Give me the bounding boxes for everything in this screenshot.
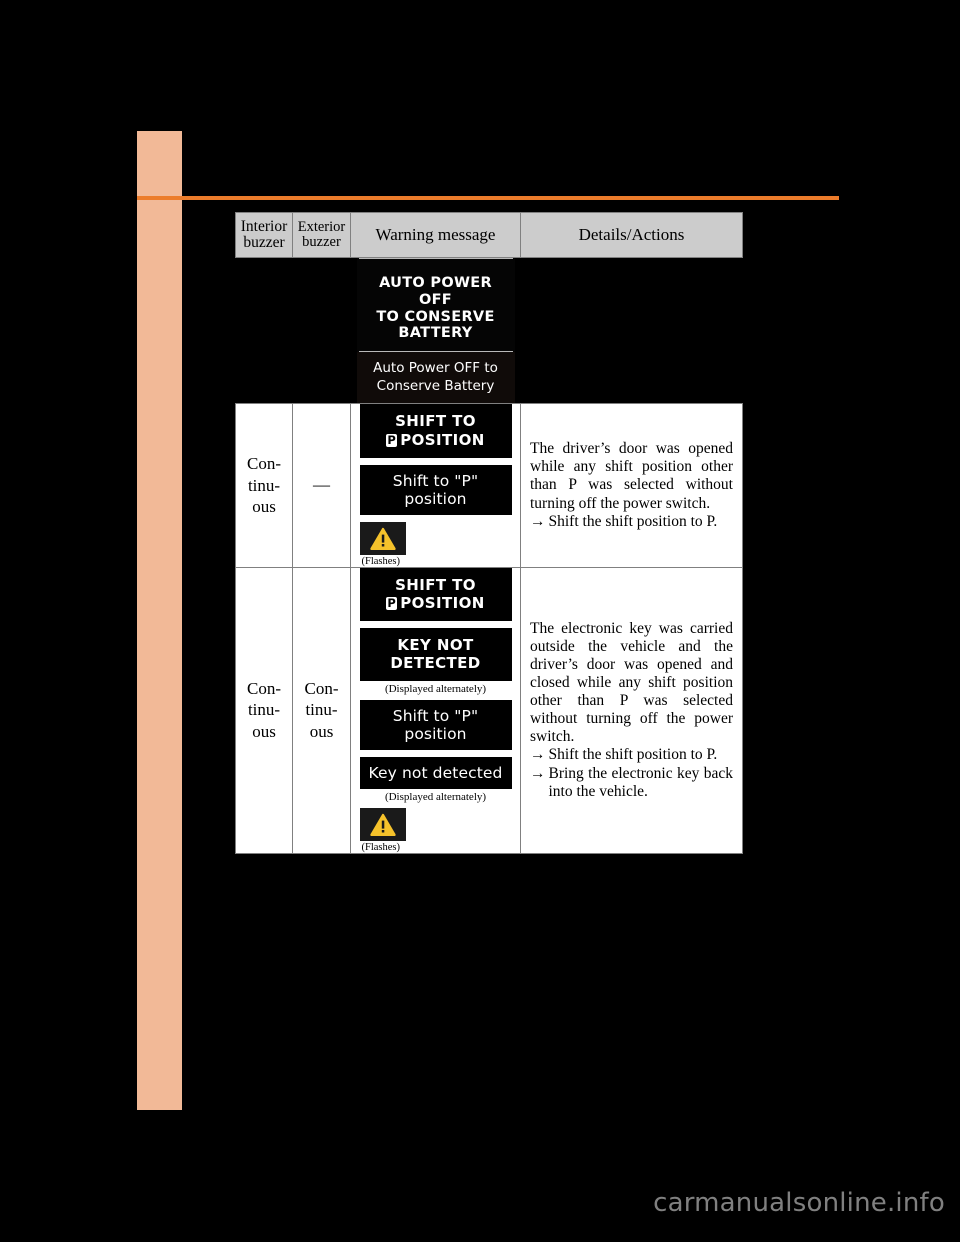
display-key-not-detected: KEY NOT DETECTED [359,627,512,681]
cell-exterior-buzzer: Con- tinu- ous [292,566,351,854]
display-line-1: AUTO POWER OFF [379,275,492,308]
warning-icon-group: (Flashes) [359,807,512,853]
master-warning-icon [359,807,406,841]
display-line-3: BATTERY [398,325,473,342]
buzzer-line-1: Con- [304,678,339,698]
header-line-2: buzzer [302,234,341,250]
table-header: Interior buzzer Exterior buzzer Warning … [235,212,743,258]
cell-details-actions: The driver’s door was opened while any s… [520,403,743,568]
cell-details-actions: The electronic key was carried outside t… [520,566,743,854]
cell-exterior-buzzer [292,256,351,405]
display-shift-to-p-position-text: Shift to "P" position [359,464,512,515]
column-header-details-actions: Details/Actions [520,212,743,258]
park-position-icon: P [386,596,398,611]
page-side-tab [137,131,182,1110]
display-shift-to-p-position: SHIFT TO P POSITION [359,567,512,621]
display-line-2: DETECTED [390,654,481,673]
cell-exterior-buzzer: — [292,403,351,568]
header-line-1: Exterior [297,218,346,235]
column-header-exterior-buzzer: Exterior buzzer [292,212,351,258]
buzzer-line-3: ous [252,497,276,517]
warning-icon-group: (Flashes) [359,521,512,567]
display-gap [351,750,520,757]
column-header-interior-buzzer: Interior buzzer [235,212,293,258]
display-line-2: POSITION [400,594,485,613]
action-text: Shift the shift position to P. [548,512,718,530]
action-text: Shift the shift position to P. [548,746,718,764]
cell-warning-message: SHIFT TO P POSITION Shift to "P" position… [350,403,521,568]
cell-details-actions [520,256,743,405]
arrow-icon: → [530,512,546,530]
cell-warning-message: AUTO POWER OFF TO CONSERVE BATTERY Auto … [350,256,521,405]
display-gap [351,515,520,522]
action-item: → Shift the shift position to P. [530,513,733,531]
display-line-1: KEY NOT [397,635,474,654]
cell-warning-message: SHIFT TO P POSITION KEY NOT DETECTED (Dis… [350,566,521,854]
header-rule [137,196,839,200]
display-multi-info: AUTO POWER OFF TO CONSERVE BATTERY [356,266,515,352]
buzzer-line-2: tinu- [247,700,281,720]
display-caption-flashes: (Flashes) [361,841,401,853]
details-paragraph: The driver’s door was opened while any s… [530,440,733,512]
arrow-icon: → [530,764,546,782]
header-line-1: Interior [240,217,288,235]
watermark: carmanualsonline.info [653,1188,945,1218]
buzzer-line-2: tinu- [247,475,281,495]
display-caption-flashes: (Flashes) [361,555,401,567]
display-line-2: Conserve Battery [376,377,495,394]
master-warning-icon [359,521,406,555]
buzzer-line-1: Con- [247,453,281,473]
display-key-not-detected-text: Key not detected [359,756,512,789]
header-line-2: buzzer [243,234,285,251]
display-caption-displayed-alternately: (Displayed alternately) [384,790,487,803]
action-item: → Bring the electronic key back into the… [530,765,733,801]
display-line-1: Auto Power OFF to [373,360,498,377]
table-header-row: Interior buzzer Exterior buzzer Warning … [235,212,743,258]
details-paragraph: The electronic key was carried outside t… [530,619,733,746]
buzzer-line-3: ous [309,722,334,742]
warning-message-table: Interior buzzer Exterior buzzer Warning … [235,212,743,854]
display-caption-displayed-alternately: (Displayed alternately) [384,682,487,695]
column-header-warning-message: Warning message [350,212,521,258]
buzzer-line-3: ous [252,722,276,742]
cell-interior-buzzer [235,256,293,405]
details-text: The electronic key was carried outside t… [521,616,742,805]
cell-interior-buzzer: Con- tinu- ous [235,403,293,568]
table-row: Con- tinu- ous Con- tinu- ous SHIFT TO P… [235,566,743,854]
action-item: → Shift the shift position to P. [530,746,733,764]
buzzer-line-1: Con- [247,678,281,698]
display-shift-to-p-position: SHIFT TO P POSITION [359,404,512,458]
display-gap [351,458,520,465]
action-text: Bring the electronic key back into the v… [548,764,734,800]
details-text: The driver’s door was opened while any s… [521,436,742,535]
cell-interior-buzzer: Con- tinu- ous [235,566,293,854]
display-secondary-info: Auto Power OFF to Conserve Battery [356,352,515,404]
display-gap [351,621,520,628]
display-divider-top [358,258,513,259]
buzzer-line-2: tinu- [305,700,338,720]
arrow-icon: → [530,746,546,764]
vehicle-display-group: AUTO POWER OFF TO CONSERVE BATTERY Auto … [351,258,520,404]
table-row: Con- tinu- ous — SHIFT TO P POSITION Shif… [235,403,743,568]
display-line-2: POSITION [400,430,485,449]
display-line-2: TO CONSERVE [376,308,495,325]
display-line-1: SHIFT TO [395,575,476,594]
display-shift-to-p-position-text: Shift to "P" position [359,699,512,750]
display-line-1: SHIFT TO [395,412,476,431]
park-position-icon: P [386,432,398,447]
table-row: AUTO POWER OFF TO CONSERVE BATTERY Auto … [235,256,743,405]
display-panel-stack: AUTO POWER OFF TO CONSERVE BATTERY Auto … [356,258,515,404]
